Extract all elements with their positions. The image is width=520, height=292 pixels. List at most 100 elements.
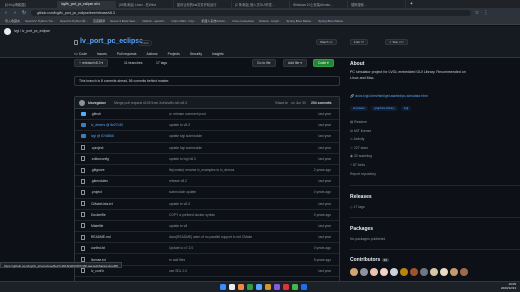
start-icon[interactable] <box>220 283 226 290</box>
repo-tab[interactable]: Pull requests <box>117 52 137 60</box>
file-row[interactable]: README.md docs(README) warn of no paralle… <box>75 232 339 244</box>
file-row[interactable]: .gitmodules release v8.2 last year <box>75 176 339 188</box>
file-name[interactable]: conftst.txt <box>91 246 105 250</box>
contributor-avatar[interactable] <box>420 268 428 276</box>
file-commit-message[interactable]: docs(README) warn of no parallel support… <box>169 235 252 239</box>
file-commit-message[interactable]: update to v8.3 <box>169 202 190 206</box>
repo-tab[interactable]: Projects <box>168 52 180 60</box>
bookmark-item[interactable]: 导入收藏夹 <box>5 19 20 23</box>
file-name[interactable]: Dockerfile <box>91 213 106 217</box>
bookmark-item[interactable]: GitHub - li-lvgl/... <box>259 19 281 23</box>
chat-icon[interactable] <box>292 283 298 290</box>
repo-tab[interactable]: Insights <box>212 52 224 60</box>
about-meta-item[interactable]: ▤ Readme <box>350 118 372 127</box>
back-icon[interactable]: ‹ <box>3 10 9 16</box>
star-bookmark-icon[interactable]: ☆ <box>474 10 480 16</box>
code-button[interactable]: Code ▾ <box>313 59 334 67</box>
contributor-avatar[interactable] <box>370 268 378 276</box>
file-row[interactable]: .cproject update lvgl submodule last year <box>75 143 339 154</box>
commit-message[interactable]: Merge pull request #109 from XuNeo/fix-l… <box>114 101 187 105</box>
reload-icon[interactable]: ↻ <box>21 10 27 16</box>
releases-heading[interactable]: Releases <box>350 194 372 200</box>
bookmark-item[interactable]: 机器人系统Arduin... <box>201 19 227 23</box>
about-meta-item[interactable]: ☆ 227 stars <box>350 144 372 153</box>
file-row[interactable]: lvgl @ 67c5866 update lvgl submodule last … <box>75 131 339 143</box>
bookmark-item[interactable]: Free connection <box>233 19 255 23</box>
edge-icon[interactable] <box>301 283 307 290</box>
file-row[interactable]: .github ci: release comment post last year <box>75 109 339 121</box>
go-to-file-button[interactable]: Go to file <box>252 59 276 67</box>
github-logo-icon[interactable] <box>4 28 11 35</box>
bookmark-item[interactable]: Spring Boot Relea... <box>318 19 345 23</box>
search-icon[interactable] <box>229 283 235 290</box>
file-commit-message[interactable]: update lvgl submodule <box>169 134 202 138</box>
add-file-button[interactable]: Add file ▾ <box>283 59 307 67</box>
file-commit-message[interactable]: re add files <box>169 258 185 262</box>
url-input[interactable]: github.com/lvgl/lv_port_pc_eclipse/tree/… <box>31 10 471 16</box>
about-meta-item[interactable]: ∿ Activity <box>350 135 372 144</box>
app-icon[interactable] <box>283 283 289 290</box>
file-row[interactable]: .editorconfig update to lvgl v8.3 last yea… <box>75 154 339 165</box>
explorer-icon[interactable] <box>238 283 244 290</box>
file-row[interactable]: CMakeLists.txt update to v8.3 last year <box>75 199 339 210</box>
branches-link[interactable]: 11 branches <box>124 61 142 65</box>
repo-tab[interactable]: Actions <box>146 52 157 60</box>
bookmark-item[interactable]: 百度翻译 <box>93 19 105 23</box>
file-name[interactable]: .project <box>91 190 102 194</box>
file-commit-message[interactable]: submodule update <box>169 190 196 194</box>
contributor-avatar[interactable] <box>440 268 448 276</box>
bookmark-item[interactable]: OpenCV-Python 中... <box>60 19 88 23</box>
star-button[interactable]: ☆ Star 227 <box>385 39 408 45</box>
contributor-avatar[interactable] <box>460 268 468 276</box>
owner-breadcrumb[interactable]: lvgl / lv_port_pc_eclipse <box>14 29 50 33</box>
file-row[interactable]: .project submodule update 4 years ago <box>75 187 339 199</box>
branch-select[interactable]: ⑂ release/v8.3 ▾ <box>74 59 109 67</box>
contributor-avatar[interactable] <box>400 268 408 276</box>
file-name[interactable]: Makefile <box>91 224 103 228</box>
topic-tag[interactable]: graphics-library <box>371 106 398 111</box>
watch-button[interactable]: Watch 32 <box>316 39 337 45</box>
repo-tab[interactable]: Security <box>190 52 202 60</box>
commit-author[interactable]: kisvegabor <box>88 101 106 105</box>
about-link[interactable]: 🔗 docs.lvgl.io/en/html/get-started/pc-si… <box>350 94 428 98</box>
tags-link[interactable]: 17 tags <box>156 61 167 65</box>
new-tab-icon[interactable]: + <box>410 1 413 7</box>
contributor-avatar[interactable] <box>390 268 398 276</box>
file-name[interactable]: README.md <box>91 235 111 239</box>
bookmark-item[interactable]: GitHub - ayushi/... <box>142 19 166 23</box>
file-commit-message[interactable]: fix(cmake) rename lv_examples to lv_demo… <box>169 168 234 172</box>
file-commit-message[interactable]: update to v8 <box>169 224 187 228</box>
contributor-avatar[interactable] <box>430 268 438 276</box>
browser-icon[interactable] <box>256 283 262 290</box>
file-name[interactable]: .github <box>91 112 101 116</box>
bookmark-item[interactable]: OpenCV: Python Tut... <box>25 19 55 23</box>
browser-tab[interactable]: lvgl/lv_port_pc_eclipse at lo <box>58 0 116 8</box>
file-name[interactable]: .cproject <box>91 146 103 150</box>
browser-tab[interactable]: 搜狗搜索... <box>348 0 406 8</box>
browser-tab[interactable]: 如何让你的bat文件开机运行 <box>174 0 232 8</box>
file-name[interactable]: license.txt <box>91 258 106 262</box>
topic-tag[interactable]: simulator <box>350 106 369 111</box>
extensions-icon[interactable]: ⋮ <box>483 10 489 16</box>
commit-hash[interactable]: 94ace1e <box>275 101 288 105</box>
folder-icon[interactable] <box>265 283 271 290</box>
contributor-avatar[interactable] <box>410 268 418 276</box>
file-commit-message[interactable]: update to lvgl v8.3 <box>169 157 196 161</box>
about-meta-item[interactable]: ⑂ 87 forks <box>350 161 372 170</box>
browser-tab[interactable]: 【小Kuji博客园】 <box>0 0 58 8</box>
bookmark-item[interactable]: CVpr-2024 - Cvp... <box>171 19 196 23</box>
file-row[interactable]: Makefile update to v8 last year <box>75 221 339 233</box>
file-name[interactable]: .editorconfig <box>91 157 109 161</box>
file-name[interactable]: lv_drivers @ 8e27c30 <box>91 123 123 127</box>
commit-count[interactable]: 204 commits <box>311 101 332 105</box>
contributor-avatar[interactable] <box>350 268 358 276</box>
repo-name[interactable]: lv_port_pc_eclipse <box>80 38 143 45</box>
report-repository-link[interactable]: Report repository <box>350 172 376 176</box>
about-meta-item[interactable]: ⚖ MIT license <box>350 127 372 136</box>
file-name[interactable]: .gitignore <box>91 168 105 172</box>
contributor-avatar[interactable] <box>450 268 458 276</box>
contributor-avatar[interactable] <box>380 268 388 276</box>
bookmark-item[interactable]: Scene 3 Book Sea... <box>110 19 137 23</box>
about-meta-item[interactable]: ◉ 32 watching <box>350 152 372 161</box>
contributor-avatar[interactable] <box>360 268 368 276</box>
